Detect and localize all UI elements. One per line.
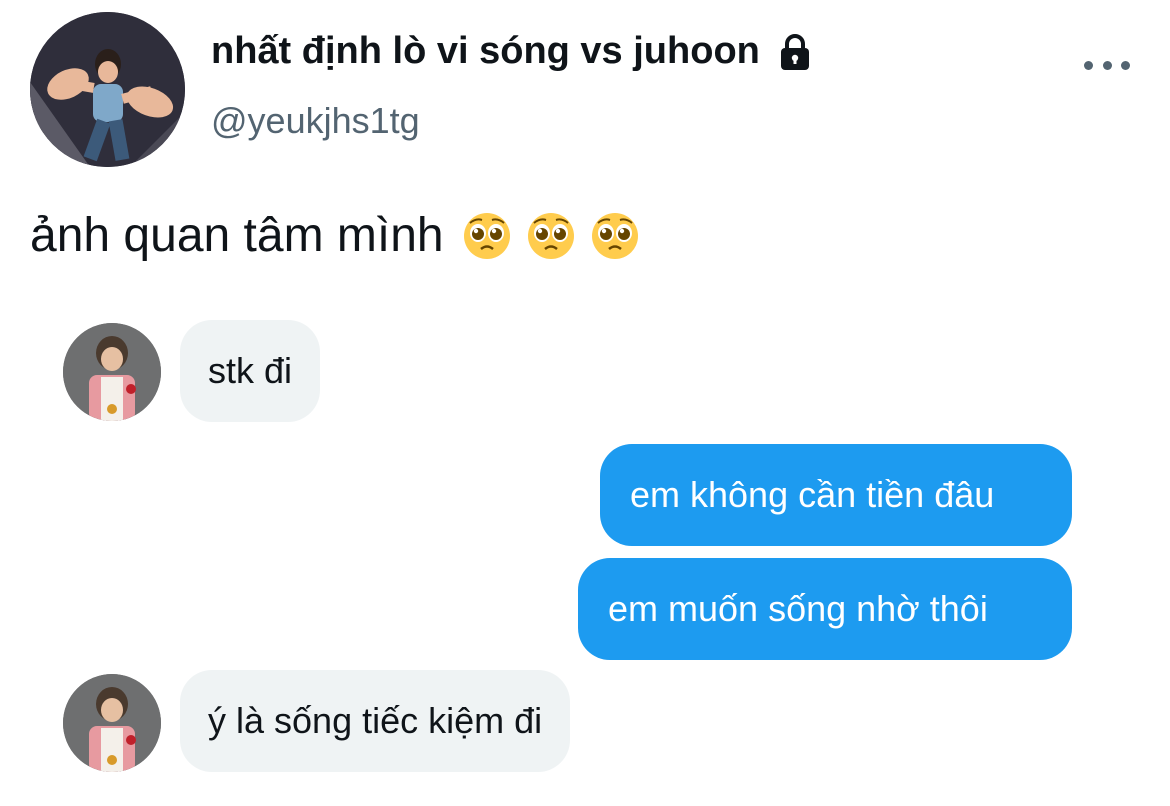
message-text: em không cần tiền đâu [630, 474, 995, 515]
dm-avatar [63, 323, 161, 421]
more-options-icon[interactable] [1084, 50, 1130, 80]
message-text: em muốn sống nhờ thôi [608, 588, 988, 629]
avatar[interactable] [30, 12, 185, 167]
message-bubble-incoming[interactable]: ý là sống tiếc kiệm đi [180, 670, 571, 772]
message-bubble-outgoing[interactable]: em không cần tiền đâu [600, 444, 1072, 546]
more-dot [1121, 60, 1130, 70]
dm-avatar [63, 674, 161, 772]
user-handle[interactable]: @yeukjhs1tg [211, 100, 420, 142]
pleading-face-emoji [526, 211, 576, 261]
more-dot [1084, 60, 1093, 70]
message-bubble-outgoing[interactable]: em muốn sống nhờ thôi [578, 558, 1072, 660]
profile-photo [30, 12, 185, 167]
tweet-body: ảnh quan tâm mình [30, 209, 444, 262]
more-dot [1102, 60, 1112, 70]
pleading-face-emoji [462, 211, 512, 261]
emoji-group [462, 211, 640, 261]
message-bubble-incoming[interactable]: stk đi [180, 320, 321, 422]
message-text: ý là sống tiếc kiệm đi [208, 700, 543, 741]
lock-icon [776, 33, 814, 71]
tweet-text: ảnh quan tâm mình [30, 208, 640, 263]
pleading-face-emoji [590, 211, 640, 261]
display-name-text: nhất định lò vi sóng vs juhoon [211, 30, 760, 72]
display-name[interactable]: nhất định lò vi sóng vs juhoon [211, 30, 814, 73]
message-text: stk đi [208, 350, 293, 391]
